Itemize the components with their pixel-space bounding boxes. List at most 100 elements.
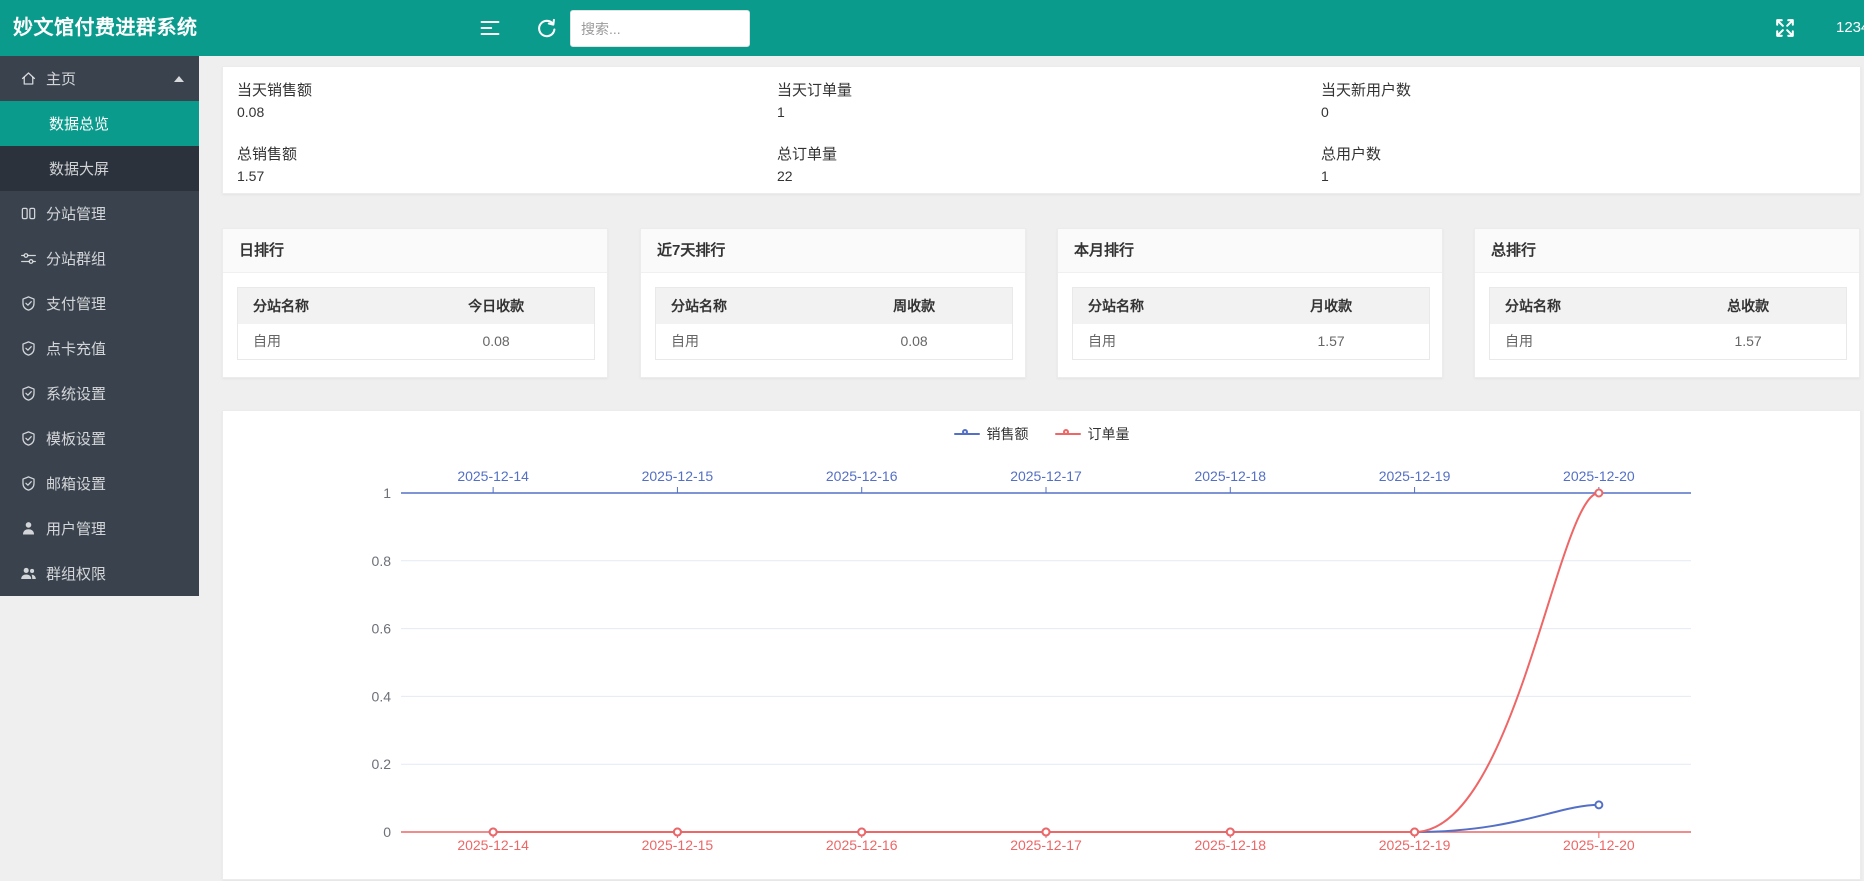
sidebar-item-label: 支付管理 <box>46 293 106 314</box>
table-row[interactable]: 自用 1.57 <box>1490 324 1847 360</box>
rank-card-week: 近7天排行 分站名称 周收款 自用 0.08 <box>640 228 1026 378</box>
svg-text:2025-12-20: 2025-12-20 <box>1563 468 1635 484</box>
sidebar-item-label: 邮箱设置 <box>46 473 106 494</box>
svg-text:2025-12-16: 2025-12-16 <box>826 468 898 484</box>
stat-value: 0 <box>1321 104 1860 120</box>
stat-label: 当天新用户数 <box>1321 79 1860 100</box>
sidebar-item-template-settings[interactable]: 模板设置 <box>0 416 199 461</box>
svg-text:2025-12-17: 2025-12-17 <box>1010 468 1082 484</box>
svg-text:2025-12-14: 2025-12-14 <box>457 837 529 853</box>
rank-card-title: 总排行 <box>1475 229 1859 273</box>
menu-fold-icon[interactable] <box>478 16 502 40</box>
rank-card-daily: 日排行 分站名称 今日收款 自用 0.08 <box>222 228 608 378</box>
sidebar-item-mail-settings[interactable]: 邮箱设置 <box>0 461 199 506</box>
svg-text:2025-12-15: 2025-12-15 <box>642 837 714 853</box>
username-text[interactable]: 12345 <box>1836 0 1864 56</box>
sidebar-item-user-manage[interactable]: 用户管理 <box>0 506 199 551</box>
stat-value: 1 <box>1321 168 1860 184</box>
stat-today-orders: 当天订单量 1 <box>763 67 1307 131</box>
col-header-amount: 今日收款 <box>398 288 594 324</box>
cell-amount: 0.08 <box>816 324 1012 360</box>
shield-check-icon <box>20 295 37 312</box>
cell-amount: 1.57 <box>1650 324 1846 360</box>
fullscreen-icon[interactable] <box>1773 16 1797 40</box>
svg-text:2025-12-15: 2025-12-15 <box>642 468 714 484</box>
svg-text:1: 1 <box>383 485 391 501</box>
rank-table: 分站名称 周收款 自用 0.08 <box>655 287 1013 360</box>
sidebar-item-data-screen[interactable]: 数据大屏 <box>0 146 199 191</box>
stat-total-users: 总用户数 1 <box>1307 131 1860 195</box>
columns-icon <box>20 205 37 222</box>
col-header-site-name: 分站名称 <box>1073 288 1234 324</box>
sidebar-item-label: 数据大屏 <box>49 158 109 179</box>
home-icon <box>20 70 37 87</box>
table-row[interactable]: 自用 0.08 <box>238 324 595 360</box>
chevron-up-icon <box>174 76 184 82</box>
sidebar-item-card-recharge[interactable]: 点卡充值 <box>0 326 199 371</box>
stat-label: 总订单量 <box>777 143 1307 164</box>
rank-card-title: 本月排行 <box>1058 229 1442 273</box>
sales-chart-card: 销售额 订单量 00.20.40.60.812025-12-142025-12-… <box>222 410 1861 880</box>
cell-site-name: 自用 <box>1490 324 1651 360</box>
col-header-site-name: 分站名称 <box>238 288 399 324</box>
stat-total-orders: 总订单量 22 <box>763 131 1307 195</box>
rank-card-month: 本月排行 分站名称 月收款 自用 1.57 <box>1057 228 1443 378</box>
shield-check-icon <box>20 475 37 492</box>
sidebar-item-label: 主页 <box>46 68 76 89</box>
svg-text:0.4: 0.4 <box>372 688 392 704</box>
svg-text:0.2: 0.2 <box>372 756 392 772</box>
rank-card-total: 总排行 分站名称 总收款 自用 1.57 <box>1474 228 1860 378</box>
sidebar-item-label: 点卡充值 <box>46 338 106 359</box>
stat-today-sales: 当天销售额 0.08 <box>223 67 763 131</box>
sidebar-item-label: 系统设置 <box>46 383 106 404</box>
svg-text:2025-12-17: 2025-12-17 <box>1010 837 1082 853</box>
table-row[interactable]: 自用 1.57 <box>1073 324 1430 360</box>
sidebar-item-label: 分站群组 <box>46 248 106 269</box>
svg-text:2025-12-18: 2025-12-18 <box>1194 468 1266 484</box>
stat-label: 当天销售额 <box>237 79 763 100</box>
sidebar-item-group-permissions[interactable]: 群组权限 <box>0 551 199 596</box>
col-header-amount: 总收款 <box>1650 288 1846 324</box>
shield-check-icon <box>20 340 37 357</box>
col-header-amount: 月收款 <box>1233 288 1429 324</box>
sidebar-item-payment-manage[interactable]: 支付管理 <box>0 281 199 326</box>
app-title: 妙文馆付费进群系统 <box>13 0 198 56</box>
sidebar-item-label: 群组权限 <box>46 563 106 584</box>
svg-text:0.8: 0.8 <box>372 553 392 569</box>
cell-amount: 0.08 <box>398 324 594 360</box>
sidebar-item-label: 用户管理 <box>46 518 106 539</box>
stat-label: 当天订单量 <box>777 79 1307 100</box>
rank-table: 分站名称 月收款 自用 1.57 <box>1072 287 1430 360</box>
users-icon <box>20 565 37 582</box>
stat-label: 总销售额 <box>237 143 763 164</box>
svg-text:0.6: 0.6 <box>372 621 392 637</box>
sliders-icon <box>20 250 37 267</box>
rank-card-title: 日排行 <box>223 229 607 273</box>
sidebar-item-system-settings[interactable]: 系统设置 <box>0 371 199 416</box>
col-header-site-name: 分站名称 <box>1490 288 1651 324</box>
svg-text:0: 0 <box>383 824 391 840</box>
main-content: 当天销售额 0.08 当天订单量 1 当天新用户数 0 总销售额 1.57 总订… <box>199 56 1864 844</box>
sidebar-item-home[interactable]: 主页 <box>0 56 199 101</box>
top-header: 妙文馆付费进群系统 12345 <box>0 0 1864 56</box>
stat-today-new-users: 当天新用户数 0 <box>1307 67 1860 131</box>
sidebar-item-substation-manage[interactable]: 分站管理 <box>0 191 199 236</box>
search-input[interactable] <box>570 10 750 47</box>
sidebar-item-label: 分站管理 <box>46 203 106 224</box>
shield-check-icon <box>20 385 37 402</box>
stat-total-sales: 总销售额 1.57 <box>223 131 763 195</box>
svg-text:2025-12-19: 2025-12-19 <box>1379 837 1451 853</box>
sidebar-item-substation-groups[interactable]: 分站群组 <box>0 236 199 281</box>
rank-table: 分站名称 总收款 自用 1.57 <box>1489 287 1847 360</box>
stat-label: 总用户数 <box>1321 143 1860 164</box>
sidebar-item-data-overview[interactable]: 数据总览 <box>0 101 199 146</box>
svg-text:2025-12-14: 2025-12-14 <box>457 468 529 484</box>
stats-summary-panel: 当天销售额 0.08 当天订单量 1 当天新用户数 0 总销售额 1.57 总订… <box>222 66 1861 194</box>
stat-value: 22 <box>777 168 1307 184</box>
rank-table: 分站名称 今日收款 自用 0.08 <box>237 287 595 360</box>
svg-text:2025-12-16: 2025-12-16 <box>826 837 898 853</box>
col-header-site-name: 分站名称 <box>656 288 817 324</box>
table-row[interactable]: 自用 0.08 <box>656 324 1013 360</box>
svg-text:2025-12-19: 2025-12-19 <box>1379 468 1451 484</box>
refresh-icon[interactable] <box>534 16 558 40</box>
